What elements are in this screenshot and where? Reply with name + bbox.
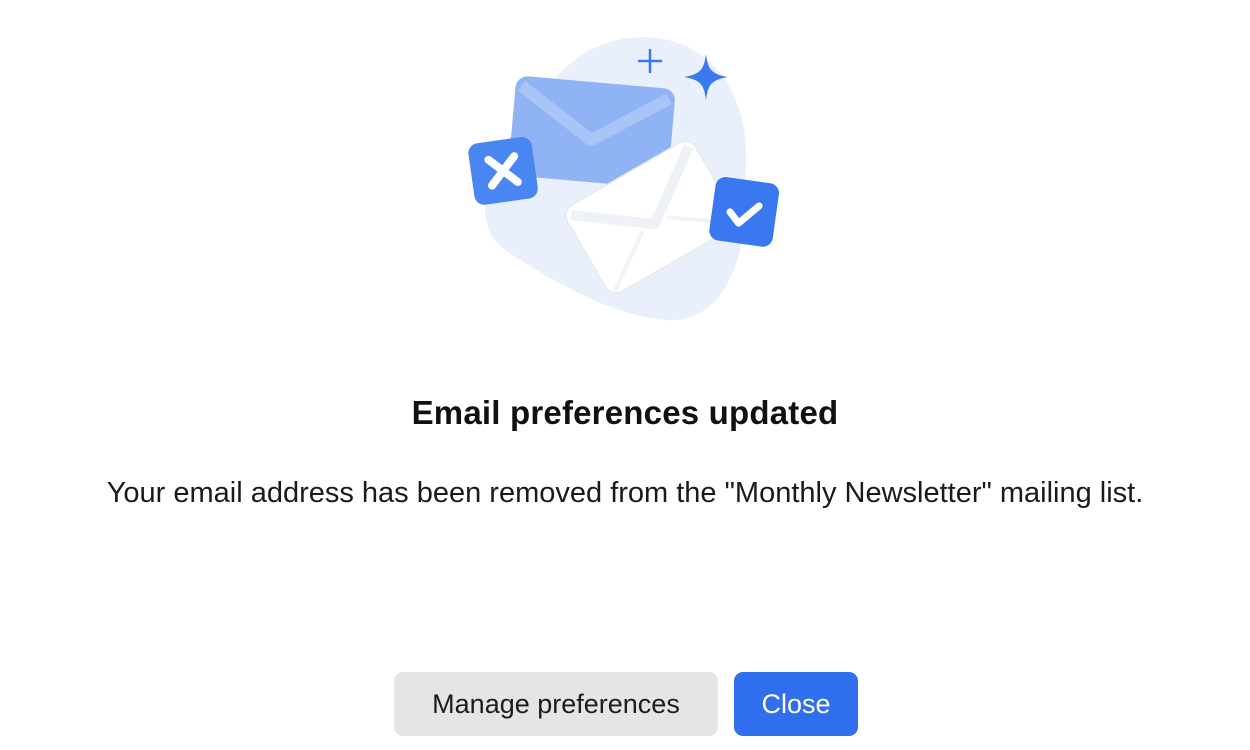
- unsubscribe-confirmation-dialog: Email preferences updated Your email add…: [0, 0, 1250, 750]
- dialog-actions: Manage preferences Close: [0, 672, 1250, 736]
- check-badge-icon: [709, 177, 779, 247]
- email-illustration: [468, 37, 779, 321]
- manage-preferences-button[interactable]: Manage preferences: [394, 672, 718, 736]
- close-button[interactable]: Close: [734, 672, 858, 736]
- dialog-message: Your email address has been removed from…: [106, 477, 1144, 509]
- dialog-title: Email preferences updated: [411, 394, 839, 431]
- close-badge-icon: [468, 136, 538, 205]
